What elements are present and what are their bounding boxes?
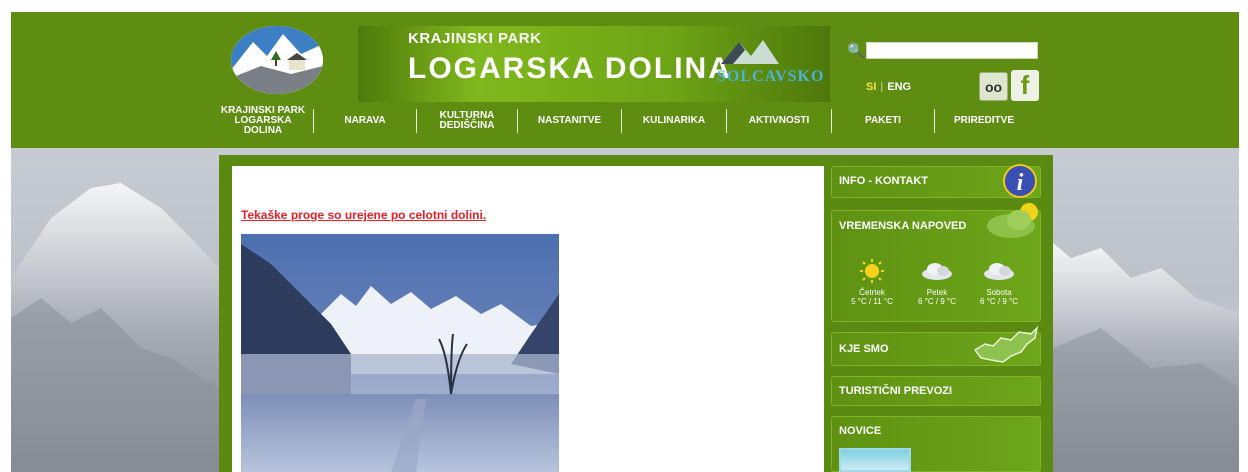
- news-label: NOVICE: [839, 425, 882, 437]
- info-icon: i: [1003, 164, 1037, 198]
- park-title-small: KRAJINSKI PARK: [408, 30, 542, 47]
- partner-logo-text: SOLCAVSKO: [717, 68, 825, 85]
- forecast-temperature: 6 °C / 9 °C: [918, 297, 956, 306]
- nav-item-prireditve[interactable]: PRIREDITVE: [935, 116, 1033, 126]
- info-contact-box[interactable]: INFO - KONTAKT i: [831, 164, 1041, 198]
- where-we-are-label: KJE SMO: [839, 343, 889, 355]
- lang-eng-link[interactable]: ENG: [887, 81, 911, 93]
- forecast-day-1: Četrtek 5 °C / 11 °C: [845, 254, 899, 306]
- news-thumbnail[interactable]: [839, 448, 911, 472]
- tourist-transport-label: TURISTIČNI PREVOZI: [839, 385, 953, 397]
- nav-item-aktivnosti[interactable]: AKTIVNOSTI: [727, 116, 831, 126]
- search-icon[interactable]: 🔍: [847, 42, 864, 59]
- news-box[interactable]: NOVICE: [831, 416, 1041, 472]
- nav-item-kulturna-dediscina[interactable]: KULTURNA DEDIŠČINA: [417, 111, 517, 131]
- forecast-temperature: 6 °C / 9 °C: [980, 297, 1018, 306]
- nav-item-nastanitve[interactable]: NASTANITVE: [518, 116, 621, 126]
- weather-title: VREMENSKA NAPOVED: [839, 220, 967, 232]
- forecast-day-3: Sobota 6 °C / 9 °C: [972, 254, 1026, 306]
- sun-icon: [845, 254, 899, 288]
- solcavsko-logo[interactable]: SOLCAVSKO: [711, 34, 825, 98]
- nav-item-paketi[interactable]: PAKETI: [832, 116, 934, 126]
- info-contact-label: INFO - KONTAKT: [839, 175, 929, 187]
- news-headline-link[interactable]: Tekaške proge so urejene po celotni doli…: [241, 208, 486, 222]
- where-we-are-box[interactable]: KJE SMO: [831, 326, 1041, 366]
- tripadvisor-icon[interactable]: oo: [979, 72, 1008, 101]
- search-input[interactable]: [866, 42, 1038, 59]
- language-switcher: SI | ENG: [866, 81, 911, 93]
- site-header: KRAJINSKI PARK LOGARSKA DOLINA SOLCAVSKO…: [11, 12, 1239, 148]
- facebook-icon[interactable]: f: [1011, 70, 1039, 101]
- forecast-day-name: Petek: [926, 288, 948, 297]
- nav-item-krajinski-park[interactable]: KRAJINSKI PARK LOGARSKA DOLINA: [213, 106, 313, 136]
- forecast-temperature: 5 °C / 11 °C: [851, 297, 893, 306]
- park-logo[interactable]: [231, 26, 323, 94]
- forecast-day-name: Sobota: [986, 288, 1012, 297]
- nav-item-narava[interactable]: NARAVA: [314, 116, 416, 126]
- main-navigation: KRAJINSKI PARK LOGARSKA DOLINA NARAVA KU…: [213, 103, 1036, 139]
- park-title: LOGARSKA DOLINA: [408, 52, 732, 85]
- nav-item-kulinarika[interactable]: KULINARIKA: [622, 116, 726, 126]
- tourist-transport-box[interactable]: TURISTIČNI PREVOZI: [831, 376, 1041, 406]
- valley-photo[interactable]: [241, 234, 559, 472]
- cloud-icon: [910, 254, 964, 288]
- forecast-day-2: Petek 6 °C / 9 °C: [910, 254, 964, 306]
- forecast-day-name: Četrtek: [859, 288, 885, 297]
- sun-cloud-icon: [987, 203, 1038, 238]
- cloud-icon: [972, 254, 1026, 288]
- slovenia-map-icon: [973, 326, 1039, 363]
- lang-divider: |: [880, 81, 884, 93]
- lang-si-link[interactable]: SI: [866, 81, 876, 93]
